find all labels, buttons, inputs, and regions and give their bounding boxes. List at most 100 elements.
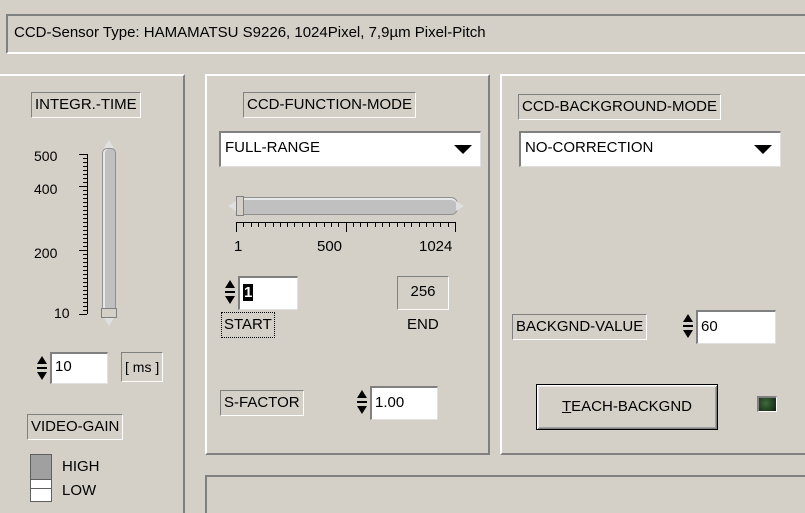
range-tick [389, 222, 391, 227]
scale-tick [83, 222, 87, 223]
teach-status-led [757, 396, 777, 412]
scale-tick [83, 230, 87, 231]
stepper-down-icon[interactable] [683, 330, 693, 338]
scale-tick [83, 310, 87, 311]
scale-tick [83, 218, 87, 219]
stepper-down-icon[interactable] [225, 296, 235, 304]
slider-thumb[interactable] [101, 308, 117, 318]
backgnd-value-stepper[interactable] [682, 310, 694, 344]
scale-tick [83, 210, 87, 211]
range-start-thumb[interactable] [236, 196, 244, 216]
range-tick [236, 222, 237, 232]
s-factor-stepper[interactable] [356, 386, 368, 420]
slider-top-cap [104, 140, 114, 148]
start-input[interactable]: 1 [238, 276, 298, 310]
range-tick [272, 222, 274, 227]
stepper-up-icon[interactable] [225, 280, 235, 288]
start-stepper[interactable] [224, 276, 236, 310]
scale-tick [83, 198, 87, 199]
sensor-type-display: CCD-Sensor Type: HAMAMATSU S9226, 1024Pi… [6, 14, 805, 54]
scale-tick [79, 250, 87, 251]
scale-label-200: 200 [34, 245, 58, 261]
slider-bottom-cap [104, 318, 114, 326]
ccd-background-mode-value: NO-CORRECTION [525, 139, 654, 156]
stepper-up-icon[interactable] [357, 390, 367, 398]
scale-tick [83, 158, 87, 159]
scale-tick [83, 266, 87, 267]
range-tick [411, 222, 413, 227]
scale-tick [83, 302, 87, 303]
scale-tick [83, 178, 87, 179]
scale-tick [83, 286, 87, 287]
integr-time-stepper[interactable] [36, 352, 48, 386]
range-tick [287, 222, 289, 227]
scale-tick [83, 298, 87, 299]
chevron-down-icon[interactable] [454, 145, 472, 154]
range-tick [374, 222, 376, 227]
stepper-down-icon[interactable] [37, 372, 47, 380]
integr-time-scale: 500 400 200 10 [34, 140, 94, 330]
status-bar [205, 475, 805, 513]
range-tick [403, 222, 405, 227]
stepper-down-icon[interactable] [357, 406, 367, 414]
range-tick [279, 222, 281, 227]
range-tick [367, 222, 369, 227]
video-gain-switch[interactable] [30, 454, 52, 502]
scale-tick [83, 194, 87, 195]
stepper-up-icon[interactable] [37, 356, 47, 364]
range-right-cap [456, 201, 464, 211]
scale-tick [83, 290, 87, 291]
backgnd-value-input[interactable]: 60 [696, 310, 776, 344]
scale-axis [87, 154, 88, 314]
stepper-divider [225, 291, 235, 293]
scale-tick [79, 186, 87, 187]
range-tick [301, 222, 303, 227]
scale-tick [83, 162, 87, 163]
range-tick [382, 222, 383, 227]
stepper-up-icon[interactable] [683, 314, 693, 322]
start-label: START [221, 312, 275, 338]
range-tick [345, 222, 347, 232]
end-value-display: 256 [397, 276, 449, 310]
video-gain-option-low[interactable]: LOW [62, 482, 96, 499]
teach-backgnd-button[interactable]: TEACH-BACKGND [536, 384, 718, 430]
video-gain-option-high[interactable]: HIGH [62, 458, 100, 475]
range-tick [309, 222, 310, 227]
scale-tick [83, 170, 87, 171]
scale-tick [83, 282, 87, 283]
chevron-down-icon[interactable] [754, 145, 772, 154]
scale-tick [83, 226, 87, 227]
led-fill [759, 398, 776, 411]
teach-backgnd-accel: T [561, 398, 572, 415]
slider-track [102, 148, 116, 316]
ccd-function-mode-select[interactable]: FULL-RANGE [219, 131, 481, 167]
range-tick [433, 222, 435, 227]
video-gain-low-indicator [31, 479, 51, 488]
ccd-background-mode-select[interactable]: NO-CORRECTION [519, 131, 781, 167]
range-tick-label-500: 500 [317, 238, 343, 255]
range-tick [352, 222, 354, 227]
range-tick [316, 222, 318, 227]
teach-backgnd-text: EACH-BACKGND [571, 398, 693, 415]
range-tick [265, 222, 267, 227]
start-input-value: 1 [243, 284, 254, 301]
scale-tick [83, 306, 87, 307]
range-tick-label-1024: 1024 [419, 238, 453, 255]
stepper-divider [357, 401, 367, 403]
scale-label-10: 10 [54, 305, 70, 321]
integr-time-slider[interactable] [100, 140, 118, 330]
video-gain-high-indicator [31, 455, 51, 479]
integr-time-label: INTEGR.-TIME [31, 92, 141, 118]
scale-tick [83, 166, 87, 167]
scale-label-400: 400 [34, 181, 58, 197]
integr-time-input[interactable]: 10 [50, 352, 108, 384]
range-left-cap [228, 201, 236, 211]
s-factor-input[interactable]: 1.00 [370, 386, 438, 420]
pixel-range-scale [236, 222, 456, 234]
pixel-range-slider[interactable] [228, 195, 464, 219]
scale-tick [83, 242, 87, 243]
range-tick [418, 222, 420, 227]
scale-tick [83, 234, 87, 235]
range-tick-label-1: 1 [234, 238, 243, 255]
scale-tick [83, 174, 87, 175]
